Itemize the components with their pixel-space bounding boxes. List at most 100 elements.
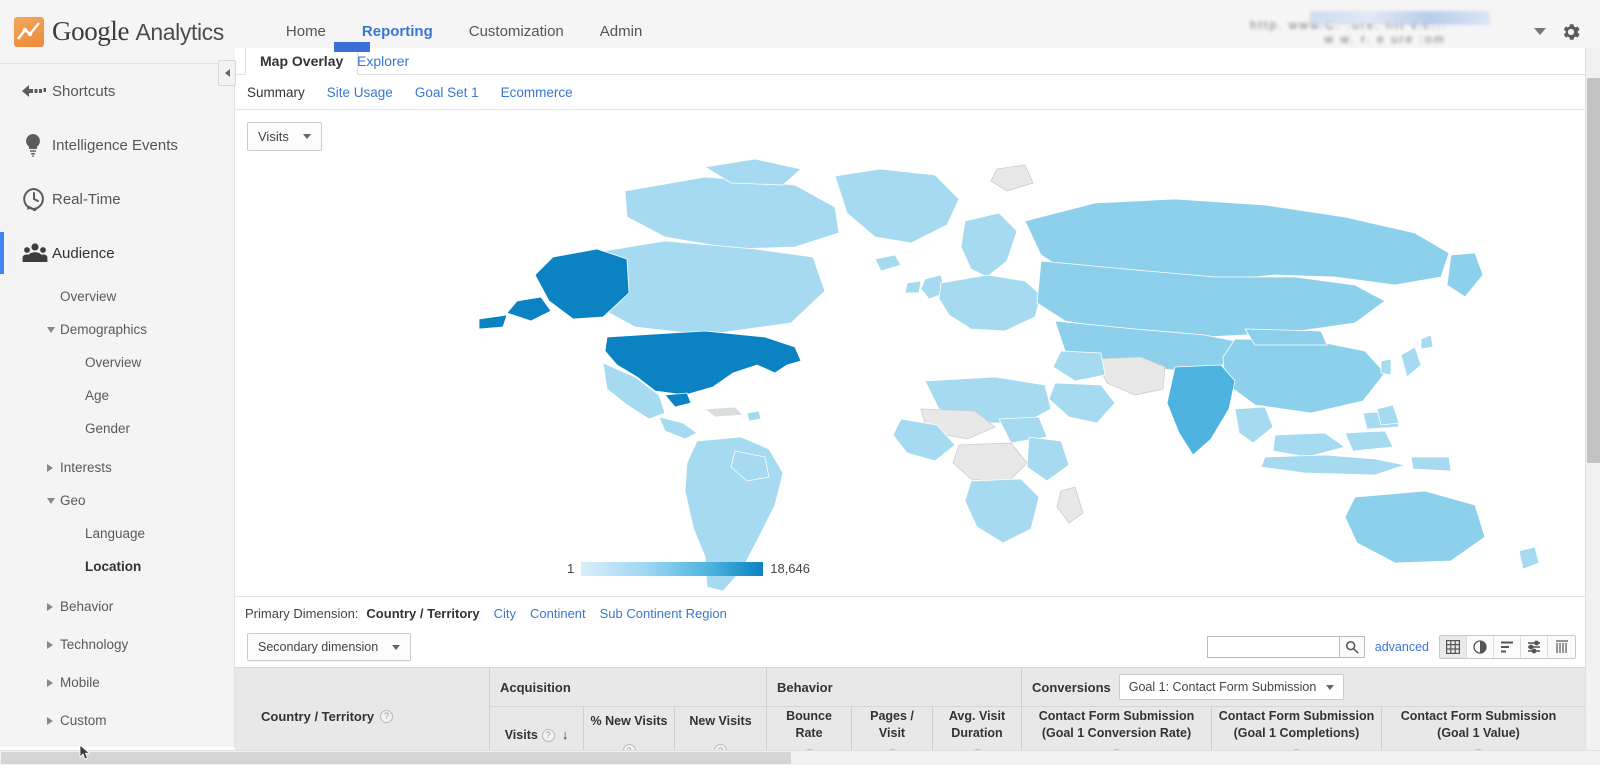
column-goal1-value-label: Contact Form Submission (Goal 1 Value) (1388, 708, 1569, 742)
column-visits-label: Visits (505, 727, 538, 744)
google-analytics-logo[interactable]: Google Analytics (14, 16, 224, 47)
group-behavior: Behavior (767, 668, 1022, 706)
sidebar-collapse-button[interactable] (218, 60, 236, 86)
conversions-goal-label: Goal 1: Contact Form Submission (1129, 680, 1317, 694)
primary-dimension-city[interactable]: City (494, 606, 516, 621)
sidebar-label-shortcuts: Shortcuts (52, 83, 115, 100)
table-header-dimension-label: Country / Territory (261, 709, 374, 724)
sidebar-item-demographics-overview[interactable]: Overview (0, 346, 234, 379)
lightbulb-icon (22, 133, 52, 157)
subtab-summary[interactable]: Summary (247, 85, 305, 100)
subtab-goal-set-1[interactable]: Goal Set 1 (415, 85, 479, 100)
brand-wordmark: Google Analytics (52, 16, 224, 47)
subtab-site-usage[interactable]: Site Usage (327, 85, 393, 100)
collapse-left-icon (225, 69, 230, 77)
column-new-visits-label: New Visits (689, 713, 751, 730)
sidebar-item-custom[interactable]: Custom (0, 704, 234, 737)
sidebar-label-language: Language (85, 526, 145, 541)
pivot-view-icon[interactable] (1548, 636, 1575, 658)
sidebar-item-language[interactable]: Language (0, 517, 234, 550)
primary-dimension-continent[interactable]: Continent (530, 606, 586, 621)
twisty-closed-icon[interactable] (47, 679, 53, 687)
sidebar-label-age: Age (85, 388, 109, 403)
primary-dimension-label: Primary Dimension: (245, 606, 358, 621)
chevron-down-icon (1326, 685, 1334, 690)
pie-chart-view-icon[interactable] (1467, 636, 1494, 658)
column-goal1-completions-label: Contact Form Submission (Goal 1 Completi… (1218, 708, 1375, 742)
sidebar-item-gender[interactable]: Gender (0, 412, 234, 445)
gear-icon[interactable] (1560, 21, 1582, 43)
table-toolbar: Secondary dimension advanced (235, 627, 1588, 667)
sidebar-item-behavior[interactable]: Behavior (0, 590, 234, 623)
metric-select-visits[interactable]: Visits (247, 122, 322, 151)
performance-bars-view-icon[interactable] (1494, 636, 1521, 658)
twisty-closed-icon[interactable] (47, 603, 53, 611)
mouse-cursor (79, 744, 92, 762)
column-percent-new-visits-label: % New Visits (591, 713, 668, 730)
search-icon[interactable] (1339, 636, 1365, 658)
table-group-row: Acquisition Behavior Conversions Goal 1:… (490, 668, 1588, 706)
twisty-closed-icon[interactable] (47, 464, 53, 472)
vertical-scrollbar[interactable] (1585, 48, 1600, 750)
table-view-icon[interactable] (1440, 636, 1467, 658)
sidebar-item-shortcuts[interactable]: Shortcuts (0, 64, 234, 118)
advanced-search-link[interactable]: advanced (1375, 640, 1429, 654)
table-search (1207, 636, 1365, 658)
sidebar-label-custom: Custom (60, 713, 107, 728)
sidebar-item-audience[interactable]: Audience (0, 226, 234, 280)
sidebar-item-audience-overview[interactable]: Overview (0, 280, 234, 313)
sidebar-item-technology[interactable]: Technology (0, 628, 234, 661)
account-line-2: w w. r. e ure :om (1250, 32, 1520, 46)
tab-map-overlay[interactable]: Map Overlay (245, 48, 358, 75)
vertical-scrollbar-thumb[interactable] (1587, 78, 1600, 463)
sidebar-item-demographics[interactable]: Demographics (0, 313, 234, 346)
sidebar-label-demographics-overview: Overview (85, 355, 141, 370)
sidebar-item-interests[interactable]: Interests (0, 451, 234, 484)
twisty-closed-icon[interactable] (47, 641, 53, 649)
help-icon[interactable]: ? (380, 710, 393, 723)
sidebar-item-real-time[interactable]: Real-Time (0, 172, 234, 226)
horizontal-scrollbar[interactable] (0, 750, 1600, 765)
horizontal-scrollbar-thumb[interactable] (1, 752, 791, 764)
primary-dimension-sub-continent-region[interactable]: Sub Continent Region (600, 606, 727, 621)
tab-map-overlay-label: Map Overlay (260, 53, 343, 69)
legend-max-value: 18,646 (770, 561, 810, 576)
subtab-ecommerce[interactable]: Ecommerce (501, 85, 573, 100)
group-acquisition-label: Acquisition (500, 680, 571, 695)
secondary-dimension-select[interactable]: Secondary dimension (247, 633, 411, 661)
sidebar-item-age[interactable]: Age (0, 379, 234, 412)
group-conversions: Conversions Goal 1: Contact Form Submiss… (1022, 668, 1588, 706)
twisty-open-icon[interactable] (47, 327, 55, 333)
people-icon (22, 242, 52, 264)
tab-explorer[interactable]: Explorer (343, 48, 423, 75)
sidebar-label-location: Location (85, 559, 141, 574)
group-conversions-label: Conversions (1032, 680, 1111, 695)
help-icon[interactable]: ? (542, 729, 555, 742)
sidebar-label-mobile: Mobile (60, 675, 100, 690)
group-behavior-label: Behavior (777, 680, 833, 695)
map-overlay-chart[interactable]: 1 18,646 (235, 159, 1588, 596)
twisty-closed-icon[interactable] (47, 717, 53, 725)
sidebar-item-mobile[interactable]: Mobile (0, 666, 234, 699)
chevron-down-icon[interactable] (1534, 28, 1546, 35)
account-property-selector[interactable]: http. www.C. .ure. htt v.c... w w. r. e … (1250, 11, 1520, 53)
sidebar-label-audience: Audience (52, 245, 115, 262)
column-pages-per-visit-label: Pages / Visit (858, 708, 926, 742)
sidebar-item-location[interactable]: Location (0, 550, 234, 583)
sidebar-label-technology: Technology (60, 637, 128, 652)
primary-dimension-row: Primary Dimension: Country / Territory C… (235, 596, 1588, 627)
twisty-open-icon[interactable] (47, 498, 55, 504)
tab-explorer-label: Explorer (357, 53, 409, 69)
world-map-svg (235, 151, 1588, 596)
sidebar-label-real-time: Real-Time (52, 191, 121, 208)
primary-dimension-current: Country / Territory (366, 606, 479, 621)
conversions-goal-select[interactable]: Goal 1: Contact Form Submission (1119, 674, 1345, 700)
sidebar-label-intelligence-events: Intelligence Events (52, 137, 178, 154)
toolbar-right: advanced (1207, 635, 1576, 659)
search-input[interactable] (1207, 636, 1339, 658)
column-avg-visit-duration-label: Avg. Visit Duration (939, 708, 1015, 742)
comparison-view-icon[interactable] (1521, 636, 1548, 658)
sidebar-item-intelligence-events[interactable]: Intelligence Events (0, 118, 234, 172)
column-bounce-rate-label: Bounce Rate (773, 708, 845, 742)
sidebar-item-geo[interactable]: Geo (0, 484, 234, 517)
